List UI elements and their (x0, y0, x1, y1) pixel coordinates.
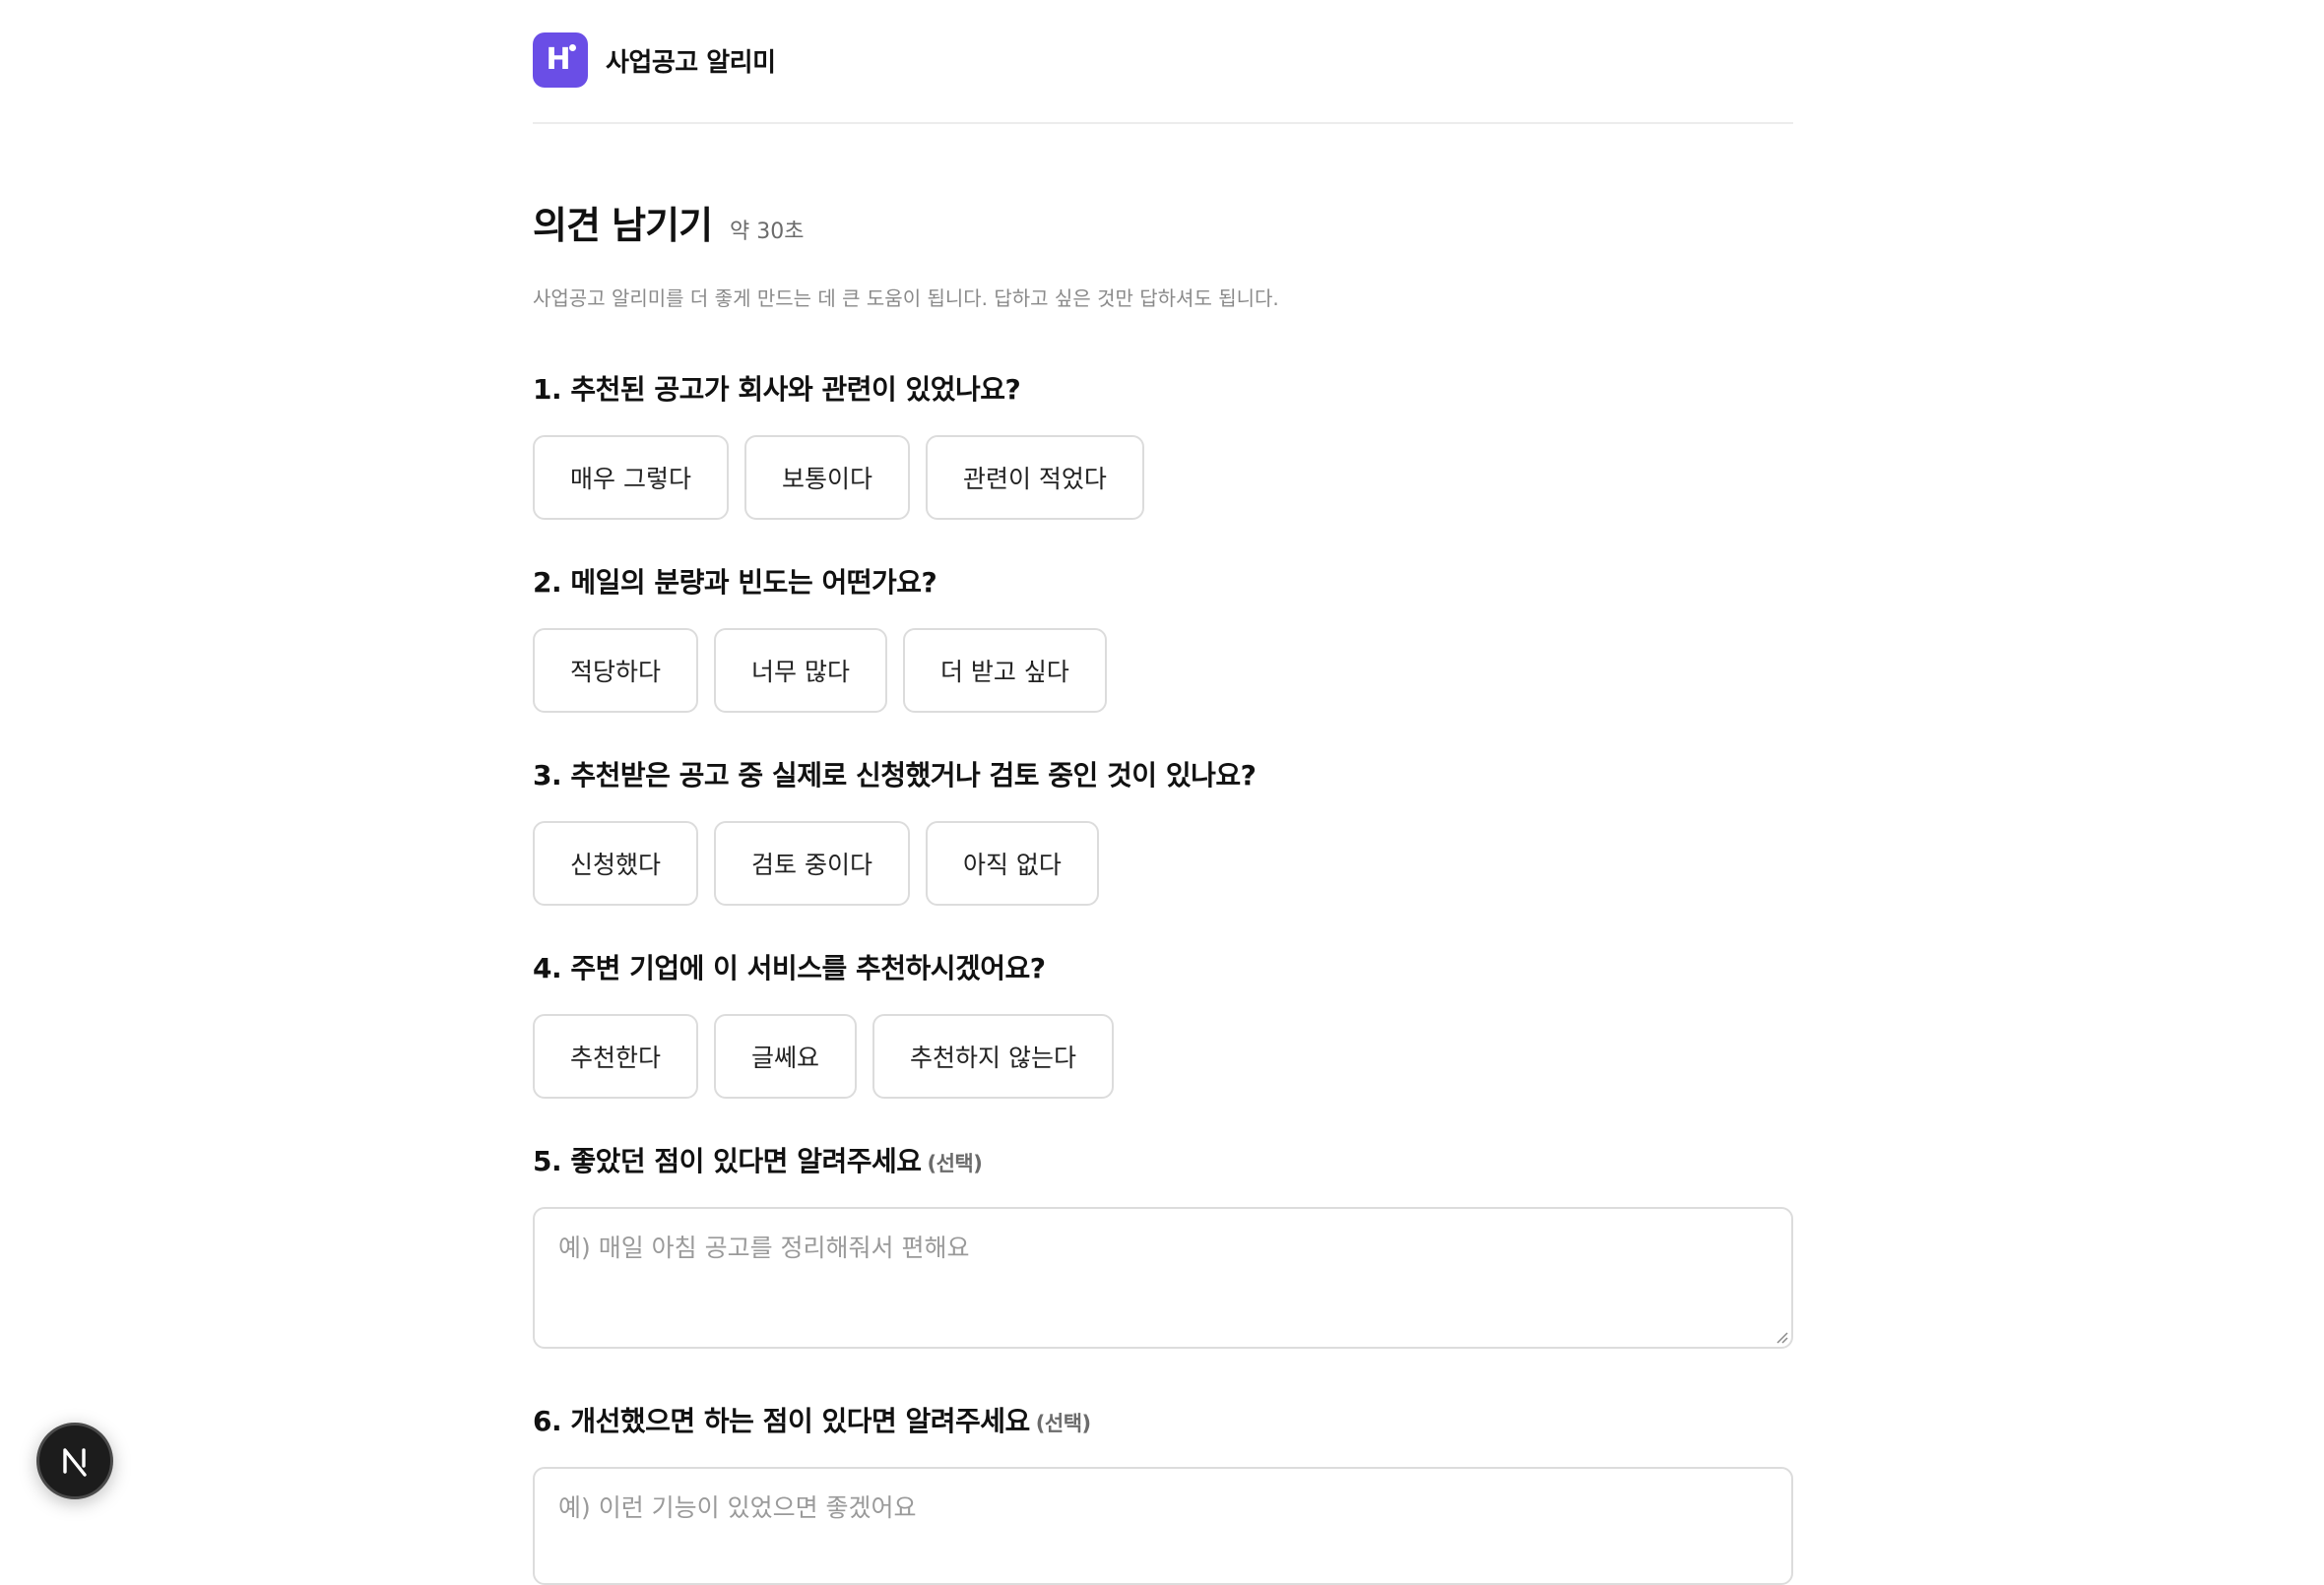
question-title: 3. 추천받은 공고 중 실제로 신청했거나 검토 중인 것이 있나요? (533, 759, 1257, 792)
brand-link[interactable]: H 사업공고 알리미 (533, 32, 776, 88)
option-group: 적당하다 너무 많다 더 받고 싶다 (533, 628, 1793, 713)
option-button[interactable]: 글쎄요 (714, 1014, 858, 1099)
resize-grip-icon[interactable] (1775, 1330, 1788, 1344)
question-6: 6. 개선했으면 하는 점이 있다면 알려주세요 (선택) 예) 이런 기능이 있… (533, 1402, 1793, 1585)
option-button[interactable]: 너무 많다 (714, 628, 887, 713)
option-button[interactable]: 아직 없다 (925, 821, 1099, 906)
improvement-textarea[interactable]: 예) 이런 기능이 있었으면 좋겠어요 (533, 1467, 1793, 1585)
optional-label: (선택) (1035, 1412, 1091, 1435)
feedback-page: H 사업공고 알리미 의견 남기기 약 30초 사업공고 알리미를 더 좋게 만… (533, 0, 1793, 1585)
option-button[interactable]: 추천하지 않는다 (872, 1014, 1114, 1099)
question-title: 6. 개선했으면 하는 점이 있다면 알려주세요 (선택) (533, 1402, 1793, 1441)
header: H 사업공고 알리미 (533, 0, 1793, 124)
optional-label: (선택) (927, 1152, 983, 1175)
textarea-placeholder: 예) 매일 아침 공고를 정리해줘서 편해요 (558, 1234, 970, 1262)
duration-label: 약 30초 (730, 220, 805, 244)
logo-dot (569, 44, 576, 51)
option-button[interactable]: 신청했다 (533, 821, 699, 906)
nextjs-devtools-button[interactable] (36, 1423, 113, 1499)
logo-letter: H (546, 42, 571, 77)
question-3: 3. 추천받은 공고 중 실제로 신청했거나 검토 중인 것이 있나요? 신청했… (533, 756, 1793, 906)
option-button[interactable]: 보통이다 (743, 435, 910, 520)
good-points-textarea[interactable]: 예) 매일 아침 공고를 정리해줘서 편해요 (533, 1207, 1793, 1349)
option-group: 신청했다 검토 중이다 아직 없다 (533, 821, 1793, 906)
app-logo: H (533, 32, 588, 88)
option-button[interactable]: 매우 그렇다 (533, 435, 729, 520)
option-button[interactable]: 추천한다 (533, 1014, 699, 1099)
option-button[interactable]: 검토 중이다 (714, 821, 910, 906)
page-title: 의견 남기기 (533, 204, 713, 247)
option-button[interactable]: 더 받고 싶다 (902, 628, 1107, 713)
question-5: 5. 좋았던 점이 있다면 알려주세요 (선택) 예) 매일 아침 공고를 정리해… (533, 1142, 1793, 1349)
question-title: 5. 좋았던 점이 있다면 알려주세요 (선택) (533, 1142, 1793, 1181)
page-subtitle: 사업공고 알리미를 더 좋게 만드는 데 큰 도움이 됩니다. 답하고 싶은 것… (533, 286, 1279, 310)
question-title: 2. 메일의 분량과 빈도는 어떤가요? (533, 566, 937, 599)
question-title-text: 5. 좋았던 점이 있다면 알려주세요 (533, 1145, 922, 1177)
textarea-placeholder: 예) 이런 기능이 있었으면 좋겠어요 (558, 1493, 917, 1522)
title-row: 의견 남기기 약 30초 (533, 195, 1793, 249)
question-1: 1. 추천된 공고가 회사와 관련이 있었나요? 매우 그렇다 보통이다 관련이… (533, 370, 1793, 520)
question-2: 2. 메일의 분량과 빈도는 어떤가요? 적당하다 너무 많다 더 받고 싶다 (533, 563, 1793, 713)
nextjs-icon (63, 1448, 87, 1477)
question-title: 1. 추천된 공고가 회사와 관련이 있었나요? (533, 373, 1021, 406)
option-button[interactable]: 적당하다 (533, 628, 699, 713)
question-title-text: 6. 개선했으면 하는 점이 있다면 알려주세요 (533, 1405, 1030, 1437)
option-group: 매우 그렇다 보통이다 관련이 적었다 (533, 435, 1793, 520)
option-group: 추천한다 글쎄요 추천하지 않는다 (533, 1014, 1793, 1099)
question-title: 4. 주변 기업에 이 서비스를 추천하시겠어요? (533, 952, 1046, 984)
brand-name: 사업공고 알리미 (606, 47, 776, 78)
option-button[interactable]: 관련이 적었다 (925, 435, 1144, 520)
question-4: 4. 주변 기업에 이 서비스를 추천하시겠어요? 추천한다 글쎄요 추천하지 … (533, 949, 1793, 1099)
